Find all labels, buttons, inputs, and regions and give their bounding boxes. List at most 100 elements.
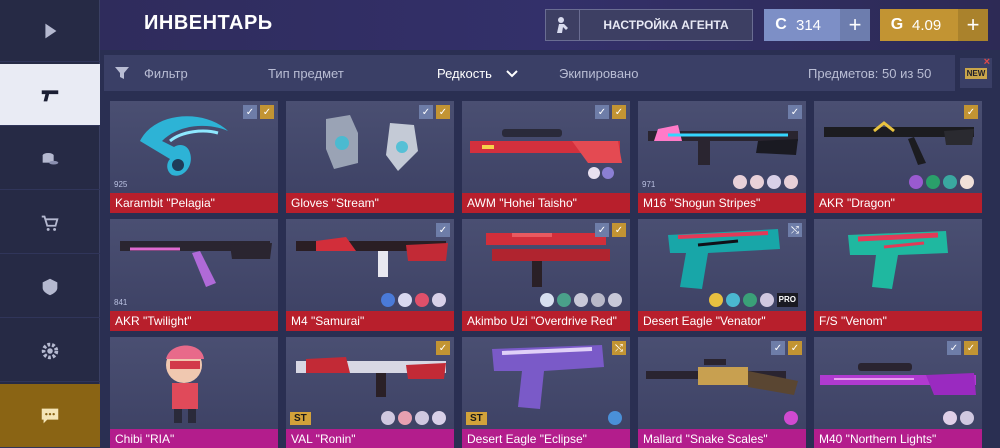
sidebar-item-shop[interactable] <box>0 192 100 254</box>
item-count: 971 <box>642 180 656 189</box>
item-flags: ✓ ✓ <box>595 223 626 237</box>
item-flags: ✓ ✓ <box>243 105 274 119</box>
inventory-item[interactable]: Chibi "RIA" <box>110 337 278 448</box>
type-filter[interactable]: Тип предмет <box>268 66 344 81</box>
item-name: M16 "Shogun Stripes" <box>638 193 806 213</box>
sidebar-item-settings[interactable] <box>0 320 100 382</box>
new-badge: NEW <box>964 67 988 79</box>
item-flags: ✓ ✓ <box>771 341 802 355</box>
equipped-check-icon: ✓ <box>436 105 450 119</box>
filter-button[interactable]: Фильтр <box>144 66 188 81</box>
stickers <box>943 411 974 425</box>
inventory-item[interactable]: ✓ ✓ Akimbo Uzi "Overdrive Red" <box>462 219 630 331</box>
item-name: Akimbo Uzi "Overdrive Red" <box>462 311 630 331</box>
item-name: AWM "Hohei Taisho" <box>462 193 630 213</box>
inventory-item[interactable]: ✓ 971 M16 "Shogun Stripes" <box>638 101 806 213</box>
equipped-check-icon: ✓ <box>964 341 978 355</box>
check-icon: ✓ <box>419 105 433 119</box>
pistol-icon <box>492 345 604 409</box>
item-flags: ✓ ✓ <box>595 105 626 119</box>
inventory-item[interactable]: ✓ ✓ Gloves "Stream" <box>286 101 454 213</box>
equipped-check-icon: ⤭ <box>612 341 626 355</box>
item-name: M4 "Samurai" <box>286 311 454 331</box>
stickers <box>540 293 622 307</box>
item-flags: ✓ <box>436 223 450 237</box>
filter-icon[interactable] <box>114 65 130 81</box>
equipped-filter[interactable]: Экипировано <box>559 66 638 81</box>
item-flags: ✓ <box>436 341 450 355</box>
agent-settings-label: НАСТРОЙКА АГЕНТА <box>603 18 729 32</box>
pistol-icon <box>848 231 948 289</box>
add-gold-button[interactable]: + <box>958 9 988 41</box>
cases-icon <box>42 152 59 164</box>
inventory-item[interactable]: ⤭ PRO Desert Eagle "Venator" <box>638 219 806 331</box>
rifle-icon <box>120 241 272 287</box>
play-icon <box>45 23 57 38</box>
item-name: AKR "Dragon" <box>814 193 982 213</box>
add-credits-button[interactable]: + <box>840 9 870 41</box>
chat-icon <box>41 408 59 423</box>
item-name: VAL "Ronin" <box>286 429 454 448</box>
close-icon: × <box>983 56 990 68</box>
chat-button[interactable] <box>0 384 100 448</box>
item-flags: ✓ ✓ <box>947 341 978 355</box>
chevron-down-icon[interactable] <box>505 69 519 79</box>
stickers <box>608 411 622 425</box>
item-name: M40 "Northern Lights" <box>814 429 982 448</box>
page-title: ИНВЕНТАРЬ <box>144 12 273 34</box>
credits-icon: C <box>775 16 787 33</box>
credits-value: 314 <box>796 16 822 34</box>
filter-bar: Фильтр Тип предмет Редкость Экипировано … <box>104 55 955 91</box>
item-flags: ⤭ <box>788 223 802 237</box>
item-flags: ✓ <box>788 105 802 119</box>
stattrak-badge: ST <box>290 412 311 425</box>
equipped-check-icon: ✓ <box>436 341 450 355</box>
inventory-item[interactable]: ✓ ✓ AWM "Hohei Taisho" <box>462 101 630 213</box>
inventory-item[interactable]: ✓ ✓ 925 Karambit "Pelagia" <box>110 101 278 213</box>
stickers <box>909 175 974 189</box>
stattrak-badge: ST <box>466 412 487 425</box>
equipped-check-icon: ✓ <box>788 341 802 355</box>
play-button[interactable] <box>0 0 100 62</box>
inventory-grid: ✓ ✓ 925 Karambit "Pelagia" ✓ ✓ Gloves "S… <box>110 101 990 448</box>
inventory-item[interactable]: ✓ ✓ M40 "Northern Lights" <box>814 337 982 448</box>
chibi-icon <box>166 345 204 423</box>
sidebar-item-cases[interactable] <box>0 128 100 190</box>
new-items-button[interactable]: NEW × <box>960 56 992 88</box>
item-name: Karambit "Pelagia" <box>110 193 278 213</box>
equipped-check-icon: ✓ <box>612 105 626 119</box>
agent-icon <box>546 10 580 40</box>
inventory-item[interactable]: ✓ AKR "Dragon" <box>814 101 982 213</box>
sidebar <box>0 0 100 448</box>
credits-balance: C 314 + <box>764 9 870 41</box>
inventory-item[interactable]: ✓ ✓ Mallard "Snake Scales" <box>638 337 806 448</box>
item-name: F/S "Venom" <box>814 311 982 331</box>
item-name: Desert Eagle "Venator" <box>638 311 806 331</box>
item-name: Mallard "Snake Scales" <box>638 429 806 448</box>
clan-icon <box>42 278 58 295</box>
top-bar: ИНВЕНТАРЬ НАСТРОЙКА АГЕНТА C 314 + G 4.0… <box>100 0 1000 50</box>
stickers <box>381 411 446 425</box>
item-count: 841 <box>114 298 128 307</box>
agent-settings-button[interactable]: НАСТРОЙКА АГЕНТА <box>545 9 753 41</box>
rarity-sort[interactable]: Редкость <box>437 66 492 81</box>
cart-icon <box>41 215 59 231</box>
sidebar-item-inventory[interactable] <box>0 64 100 126</box>
pistol-icon <box>41 89 59 101</box>
equipped-check-icon: ✓ <box>260 105 274 119</box>
check-icon: ✓ <box>595 223 609 237</box>
check-icon: ✓ <box>243 105 257 119</box>
inventory-item[interactable]: ✓ M4 "Samurai" <box>286 219 454 331</box>
gold-icon: G <box>890 16 904 33</box>
item-flags: ✓ <box>964 105 978 119</box>
inventory-item[interactable]: F/S "Venom" <box>814 219 982 331</box>
equipped-check-icon: ✓ <box>612 223 626 237</box>
inventory-item[interactable]: ⤭ ST Desert Eagle "Eclipse" <box>462 337 630 448</box>
sticker-pro: PRO <box>776 293 798 307</box>
item-name: Chibi "RIA" <box>110 429 278 448</box>
stickers <box>381 293 446 307</box>
sidebar-item-clan[interactable] <box>0 256 100 318</box>
stickers <box>733 175 798 189</box>
inventory-item[interactable]: 841 AKR "Twilight" <box>110 219 278 331</box>
inventory-item[interactable]: ✓ ST VAL "Ronin" <box>286 337 454 448</box>
